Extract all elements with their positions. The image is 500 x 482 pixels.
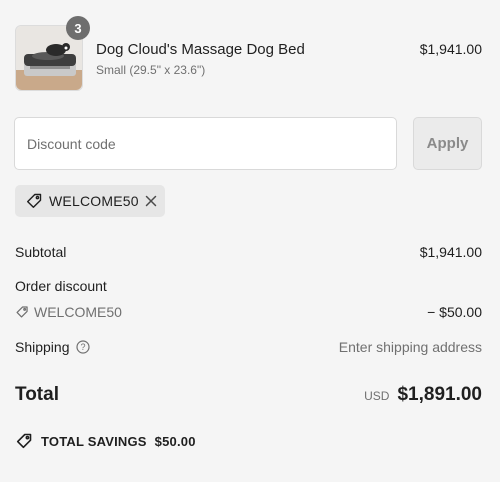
order-discount-code-row: WELCOME50 bbox=[15, 304, 122, 320]
quantity-badge: 3 bbox=[66, 16, 90, 40]
info-icon[interactable]: ? bbox=[75, 340, 90, 354]
shipping-value: Enter shipping address bbox=[338, 339, 482, 355]
shipping-row: Shipping ? bbox=[15, 339, 90, 355]
savings-tag-icon bbox=[15, 432, 33, 450]
tag-icon bbox=[25, 192, 43, 210]
total-value-group: USD $1,891.00 bbox=[364, 384, 482, 406]
discount-code-input[interactable] bbox=[14, 117, 397, 170]
product-price: $1,941.00 bbox=[419, 41, 482, 57]
applied-discount-chip: WELCOME50 bbox=[15, 185, 165, 217]
total-savings: TOTAL SAVINGS $50.00 bbox=[15, 432, 196, 450]
product-variant: Small (29.5" x 23.6") bbox=[96, 63, 206, 77]
shipping-label: Shipping bbox=[15, 339, 70, 355]
savings-label: TOTAL SAVINGS bbox=[41, 433, 147, 449]
close-icon[interactable] bbox=[145, 193, 157, 209]
applied-code-label: WELCOME50 bbox=[49, 193, 139, 209]
order-discount-label: Order discount bbox=[15, 278, 107, 294]
apply-button[interactable]: Apply bbox=[413, 117, 482, 170]
order-discount-value: − $50.00 bbox=[427, 304, 482, 320]
total-currency: USD bbox=[364, 389, 390, 403]
subtotal-value: $1,941.00 bbox=[419, 244, 482, 260]
subtotal-label: Subtotal bbox=[15, 244, 67, 260]
svg-text:?: ? bbox=[80, 342, 85, 352]
total-amount: $1,891.00 bbox=[397, 384, 482, 405]
product-name: Dog Cloud's Massage Dog Bed bbox=[96, 41, 305, 58]
savings-value: $50.00 bbox=[154, 433, 196, 449]
tag-icon bbox=[15, 305, 29, 319]
order-discount-code: WELCOME50 bbox=[34, 304, 122, 320]
total-label: Total bbox=[15, 384, 59, 405]
